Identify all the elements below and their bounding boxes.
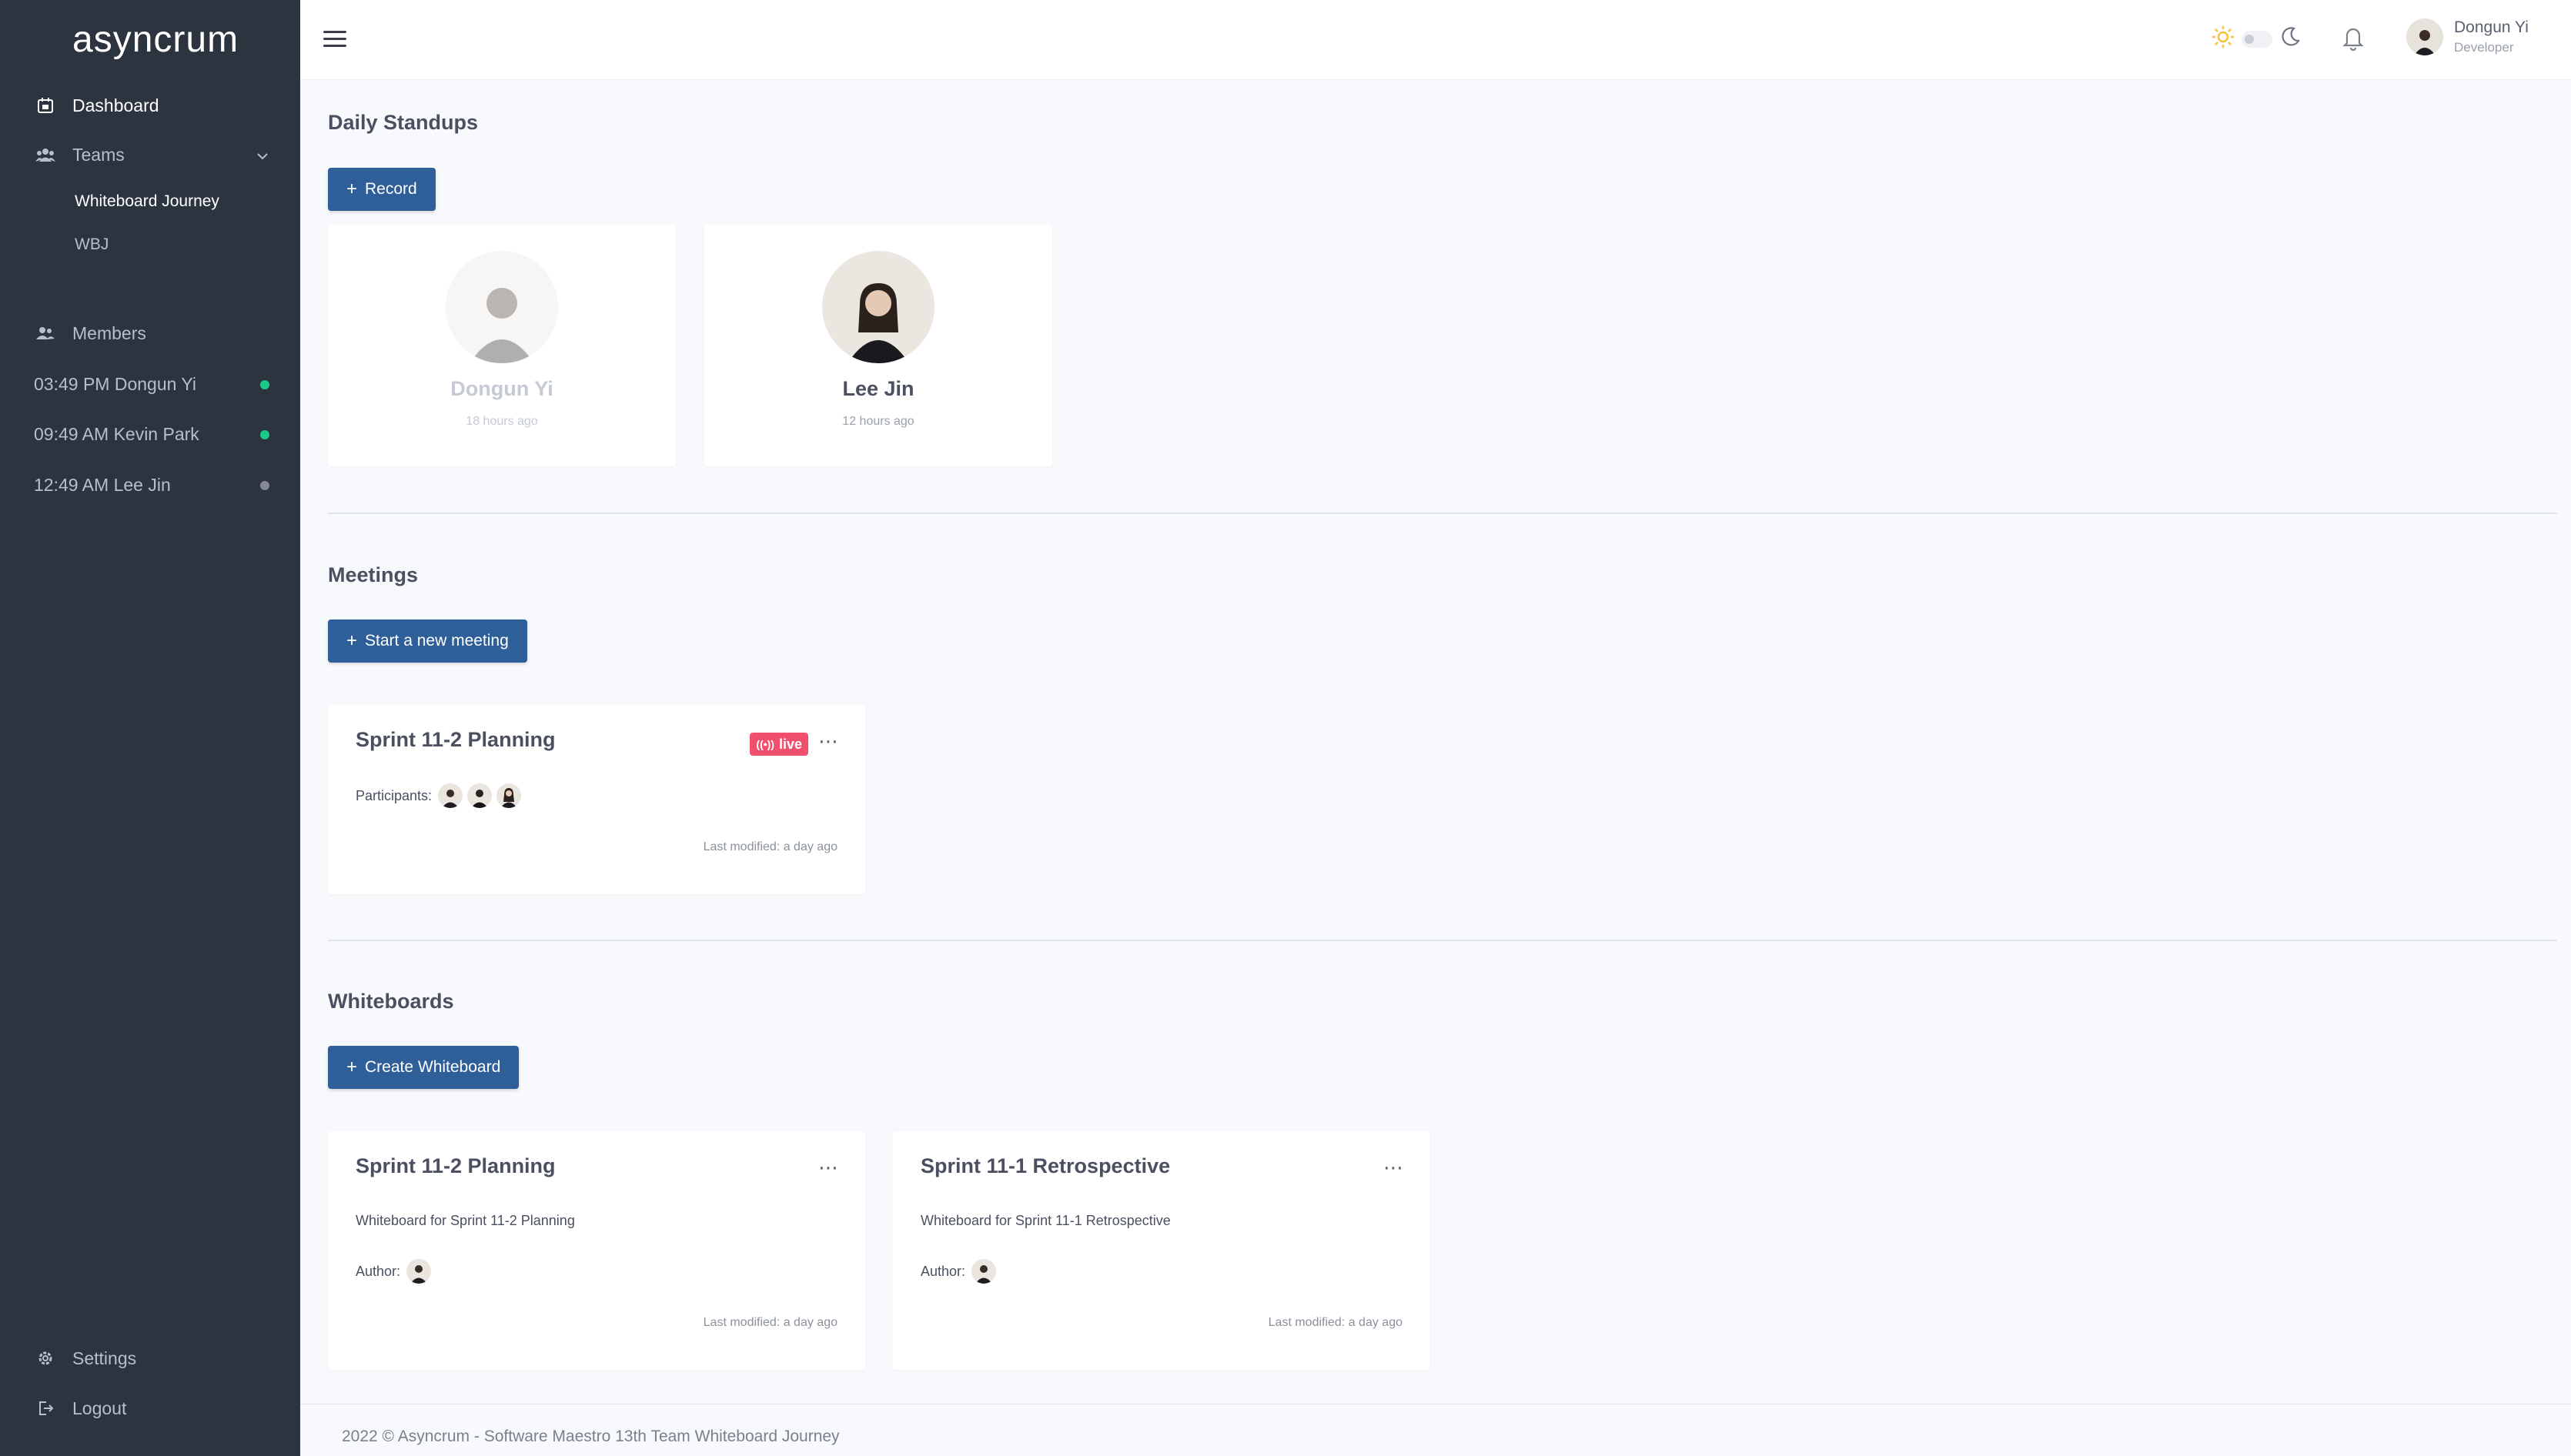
avatar[interactable]: [2406, 18, 2443, 55]
user-menu[interactable]: Dongun Yi Developer: [2406, 18, 2529, 55]
meeting-title: Sprint 11-2 Planning: [356, 728, 556, 751]
logout-icon: [34, 1397, 57, 1420]
member-label: 12:49 AM Lee Jin: [34, 475, 171, 495]
footer: 2022 © Asyncrum - Software Maestro 13th …: [300, 1404, 2571, 1456]
online-status-dot: [260, 379, 269, 389]
last-modified: Last modified: a day ago: [703, 1316, 837, 1329]
last-modified: Last modified: a day ago: [703, 840, 837, 853]
more-options-icon[interactable]: ⋯: [818, 1156, 839, 1180]
avatar[interactable]: [466, 782, 494, 810]
calendar-icon: [34, 94, 57, 117]
sidebar-item-teams[interactable]: Teams: [34, 143, 269, 166]
section-title-standups: Daily Standups: [328, 111, 479, 134]
more-options-icon[interactable]: ⋯: [818, 730, 839, 753]
top-header: Dongun Yi Developer: [300, 0, 2571, 80]
create-whiteboard-button[interactable]: + Create Whiteboard: [328, 1046, 520, 1089]
members-icon: [34, 322, 57, 345]
avatar[interactable]: [970, 1257, 998, 1285]
start-meeting-button[interactable]: + Start a new meeting: [328, 619, 527, 663]
user-name: Dongun Yi: [2454, 18, 2529, 36]
avatar[interactable]: [436, 782, 465, 810]
sidebar-item-label: Teams: [72, 144, 125, 165]
broadcast-icon: ((•)): [756, 738, 774, 750]
bell-icon[interactable]: [2342, 25, 2365, 55]
plus-icon: +: [346, 1057, 358, 1077]
standup-time: 18 hours ago: [466, 415, 538, 428]
section-title-whiteboards: Whiteboards: [328, 990, 454, 1013]
member-item[interactable]: 12:49 AM Lee Jin: [34, 475, 269, 496]
whiteboard-description: Whiteboard for Sprint 11-1 Retrospective: [921, 1213, 1171, 1228]
sidebar: asyncrum Dashboard Teams Whiteboard Jour…: [0, 0, 300, 1456]
author-label: Author:: [921, 1263, 966, 1279]
member-item[interactable]: 03:49 PM Dongun Yi: [34, 374, 269, 395]
whiteboard-title: Sprint 11-1 Retrospective: [921, 1154, 1171, 1177]
member-item[interactable]: 09:49 AM Kevin Park: [34, 424, 269, 445]
chevron-down-icon[interactable]: [256, 145, 269, 165]
team-icon: [34, 143, 57, 166]
sidebar-members-header: Members: [34, 322, 146, 345]
menu-icon[interactable]: [323, 31, 346, 51]
avatar: [822, 251, 934, 363]
standup-name: Dongun Yi: [450, 377, 553, 400]
offline-status-dot: [260, 480, 269, 490]
toggle-switch[interactable]: [2242, 30, 2272, 48]
last-modified: Last modified: a day ago: [1268, 1316, 1403, 1329]
avatar[interactable]: [495, 782, 523, 810]
user-role: Developer: [2454, 40, 2514, 55]
sidebar-item-dashboard[interactable]: Dashboard: [34, 94, 159, 117]
plus-icon: +: [346, 630, 358, 651]
participants-row: Participants:: [356, 782, 523, 810]
whiteboard-description: Whiteboard for Sprint 11-2 Planning: [356, 1213, 575, 1228]
member-label: 03:49 PM Dongun Yi: [34, 374, 196, 394]
standup-name: Lee Jin: [842, 377, 914, 400]
sidebar-item-label: Dashboard: [72, 95, 159, 115]
sun-icon[interactable]: [2211, 25, 2235, 53]
more-options-icon[interactable]: ⋯: [1383, 1156, 1404, 1180]
section-title-meetings: Meetings: [328, 563, 419, 586]
sidebar-item-logout[interactable]: Logout: [34, 1397, 126, 1420]
standup-card[interactable]: Dongun Yi 18 hours ago: [328, 225, 676, 466]
section-divider: [328, 940, 2557, 941]
author-label: Author:: [356, 1263, 401, 1279]
moon-icon[interactable]: [2278, 25, 2302, 52]
sidebar-subitem-wbj[interactable]: WBJ: [75, 235, 109, 254]
sidebar-subitem-whiteboard-journey[interactable]: Whiteboard Journey: [75, 192, 219, 211]
sidebar-item-settings[interactable]: Settings: [34, 1347, 136, 1370]
online-status-dot: [260, 429, 269, 439]
sidebar-item-label: Logout: [72, 1398, 127, 1418]
plus-icon: +: [346, 179, 358, 199]
author-row: Author:: [921, 1257, 998, 1285]
participants-label: Participants:: [356, 787, 433, 803]
standup-time: 12 hours ago: [842, 415, 914, 428]
author-row: Author:: [356, 1257, 433, 1285]
theme-toggle[interactable]: [2211, 25, 2302, 53]
avatar[interactable]: [405, 1257, 433, 1285]
standup-card[interactable]: Lee Jin 12 hours ago: [704, 225, 1052, 466]
section-divider: [328, 513, 2557, 514]
member-label: 09:49 AM Kevin Park: [34, 424, 199, 444]
live-badge: ((•)) live: [750, 733, 808, 756]
whiteboard-title: Sprint 11-2 Planning: [356, 1154, 556, 1177]
avatar: [446, 251, 558, 363]
record-button[interactable]: + Record: [328, 168, 436, 211]
footer-text: 2022 © Asyncrum - Software Maestro 13th …: [342, 1428, 840, 1445]
meeting-card[interactable]: Sprint 11-2 Planning ((•)) live ⋯ Partic…: [328, 705, 865, 894]
sidebar-item-label: Settings: [72, 1347, 137, 1368]
gear-icon: [34, 1347, 57, 1370]
whiteboard-card[interactable]: Sprint 11-2 Planning ⋯ Whiteboard for Sp…: [328, 1131, 865, 1370]
sidebar-item-label: Members: [72, 322, 146, 343]
app-logo[interactable]: asyncrum: [72, 18, 239, 61]
whiteboard-card[interactable]: Sprint 11-1 Retrospective ⋯ Whiteboard f…: [893, 1131, 1430, 1370]
